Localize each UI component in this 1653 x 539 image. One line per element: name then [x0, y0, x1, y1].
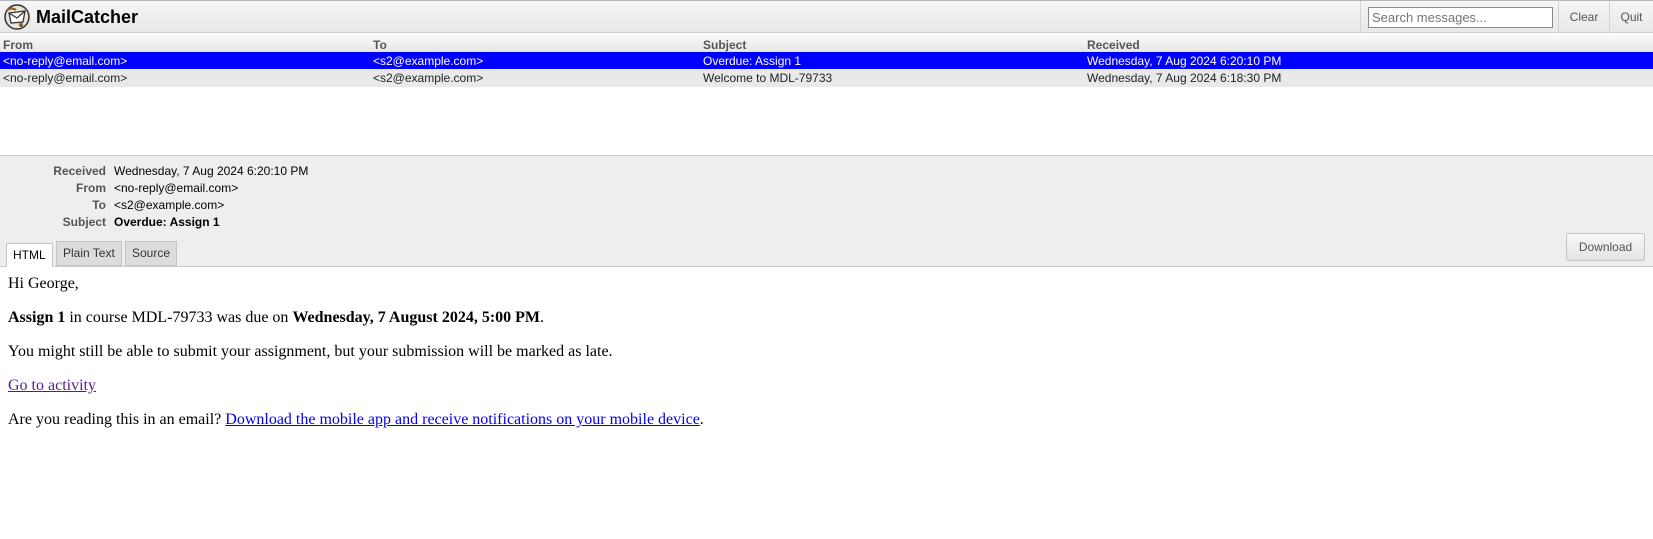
- meta-to: To <s2@example.com>: [0, 198, 1653, 216]
- message-received: Wednesday, 7 Aug 2024 6:20:10 PM: [1087, 54, 1282, 68]
- due-date: Wednesday, 7 August 2024, 5:00 PM: [292, 309, 541, 326]
- email-late-paragraph: You might still be able to submit your a…: [8, 343, 613, 360]
- course-text: in course MDL-79733 was due on: [65, 309, 293, 326]
- mailcatcher-logo-icon: [4, 4, 30, 30]
- message-to: <s2@example.com>: [373, 54, 484, 68]
- message-row[interactable]: <no-reply@email.com> <s2@example.com> We…: [0, 69, 1653, 87]
- email-activity-paragraph: Go to activity: [8, 377, 1638, 395]
- tab-source[interactable]: Source: [125, 241, 178, 266]
- message-subject: Overdue: Assign 1: [703, 54, 802, 68]
- period: .: [699, 411, 704, 428]
- mobile-app-link[interactable]: Download the mobile app and receive noti…: [225, 411, 700, 428]
- reading-text: Are you reading this in an email?: [8, 411, 226, 428]
- message-list-header: From To Subject Received: [0, 35, 1653, 53]
- column-header-subject[interactable]: Subject: [703, 38, 746, 52]
- message-metadata: Received Wednesday, 7 Aug 2024 6:20:10 P…: [0, 156, 1653, 267]
- message-subject: Welcome to MDL-79733: [703, 71, 833, 85]
- message-to: <s2@example.com>: [373, 71, 484, 85]
- assignment-name: Assign 1: [8, 309, 66, 326]
- meta-label: Subject: [62, 215, 106, 229]
- meta-value: <no-reply@email.com>: [114, 181, 239, 195]
- period: .: [540, 309, 545, 326]
- clear-button[interactable]: Clear: [1558, 1, 1609, 33]
- tab-plain-text[interactable]: Plain Text: [56, 241, 122, 266]
- meta-value: Overdue: Assign 1: [114, 215, 220, 229]
- go-to-activity-link[interactable]: Go to activity: [8, 377, 96, 394]
- app-logo: MailCatcher: [4, 4, 138, 30]
- message-list: From To Subject Received <no-reply@email…: [0, 33, 1653, 156]
- meta-value: Wednesday, 7 Aug 2024 6:20:10 PM: [114, 164, 309, 178]
- column-header-received[interactable]: Received: [1087, 38, 1140, 52]
- meta-label: From: [76, 181, 106, 195]
- meta-from: From <no-reply@email.com>: [0, 181, 1653, 199]
- column-header-from[interactable]: From: [3, 38, 33, 52]
- search-input[interactable]: [1368, 7, 1553, 28]
- email-due-paragraph: Assign 1 in course MDL-79733 was due on …: [8, 309, 1638, 327]
- column-header-to[interactable]: To: [373, 38, 387, 52]
- tab-html[interactable]: HTML: [6, 243, 53, 267]
- message-row[interactable]: <no-reply@email.com> <s2@example.com> Ov…: [0, 52, 1653, 70]
- message-from: <no-reply@email.com>: [3, 54, 128, 68]
- message-from: <no-reply@email.com>: [3, 71, 128, 85]
- download-button[interactable]: Download: [1566, 233, 1645, 261]
- quit-button[interactable]: Quit: [1609, 1, 1653, 33]
- email-greeting: Hi George,: [8, 275, 79, 292]
- email-body: Hi George, Assign 1 in course MDL-79733 …: [8, 275, 1638, 445]
- email-mobile-paragraph: Are you reading this in an email? Downlo…: [8, 411, 1638, 429]
- meta-label: Received: [53, 164, 106, 178]
- search-area: [1360, 1, 1558, 33]
- meta-value: <s2@example.com>: [114, 198, 225, 212]
- meta-received: Received Wednesday, 7 Aug 2024 6:20:10 P…: [0, 164, 1653, 182]
- meta-subject: Subject Overdue: Assign 1: [0, 215, 1653, 233]
- app-title: MailCatcher: [36, 6, 139, 27]
- app-header: MailCatcher Clear Quit: [0, 0, 1653, 33]
- meta-label: To: [92, 198, 106, 212]
- message-received: Wednesday, 7 Aug 2024 6:18:30 PM: [1087, 71, 1282, 85]
